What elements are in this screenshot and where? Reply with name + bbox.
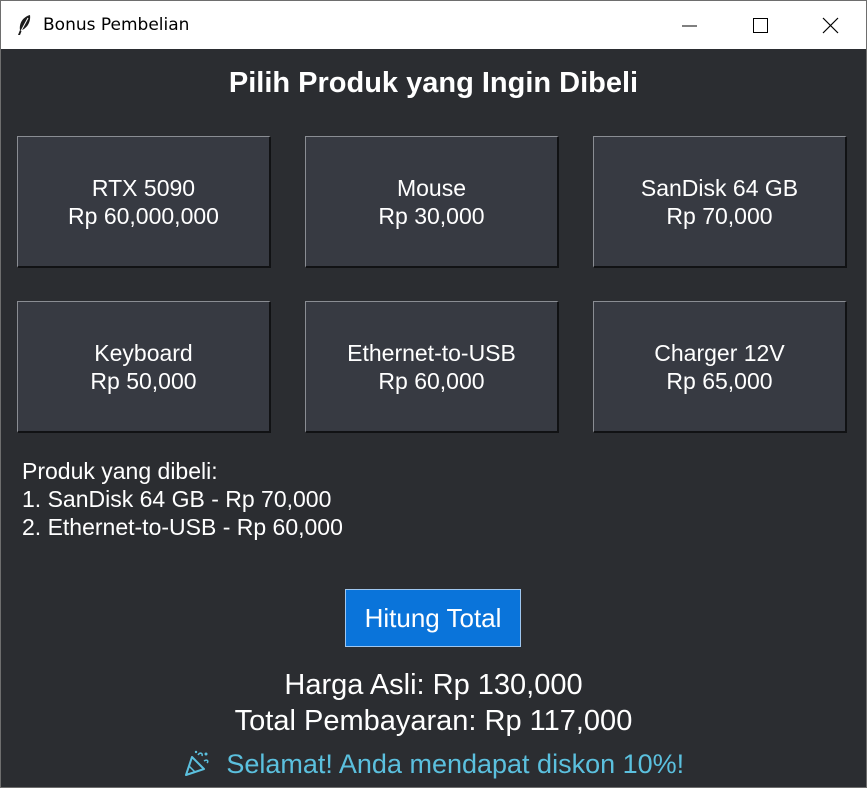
congrats-text: Selamat! Anda mendapat diskon 10%!	[226, 749, 685, 779]
close-icon	[822, 17, 839, 34]
product-button-mouse[interactable]: Mouse Rp 30,000	[305, 136, 559, 268]
purchased-item: 1. SanDisk 64 GB - Rp 70,000	[22, 486, 332, 512]
title-bar[interactable]: Bonus Pembelian	[1, 1, 866, 49]
main-content: Pilih Produk yang Ingin Dibeli RTX 5090 …	[1, 49, 866, 787]
product-price: Rp 70,000	[666, 202, 773, 229]
product-button-rtx-5090[interactable]: RTX 5090 Rp 60,000,000	[17, 136, 271, 268]
product-name: RTX 5090	[91, 174, 196, 201]
product-button-sandisk[interactable]: SanDisk 64 GB Rp 70,000	[593, 136, 847, 268]
close-button[interactable]	[796, 1, 866, 49]
product-price: Rp 50,000	[90, 367, 197, 394]
page-title: Pilih Produk yang Ingin Dibeli	[228, 67, 639, 99]
purchased-list: Produk yang dibeli: 1. SanDisk 64 GB - R…	[22, 457, 343, 541]
calculate-total-button[interactable]: Hitung Total	[345, 589, 521, 647]
minimize-icon	[682, 25, 697, 27]
product-name: Ethernet-to-USB	[347, 339, 516, 366]
party-popper-icon	[183, 749, 211, 777]
product-price: Rp 60,000	[378, 367, 485, 394]
original-price-label: Harga Asli: Rp 130,000	[284, 669, 583, 701]
maximize-button[interactable]	[726, 1, 796, 49]
congrats-message: Selamat! Anda mendapat diskon 10%!	[1, 749, 866, 780]
product-price: Rp 30,000	[378, 202, 485, 229]
product-price: Rp 60,000,000	[68, 202, 219, 229]
product-name: SanDisk 64 GB	[640, 174, 799, 201]
product-name: Mouse	[396, 174, 467, 201]
minimize-button[interactable]	[656, 1, 726, 49]
window-title: Bonus Pembelian	[43, 15, 190, 35]
product-name: Charger 12V	[654, 339, 785, 366]
purchased-label: Produk yang dibeli:	[22, 458, 218, 484]
product-button-charger-12v[interactable]: Charger 12V Rp 65,000	[593, 301, 847, 433]
product-button-keyboard[interactable]: Keyboard Rp 50,000	[17, 301, 271, 433]
total-payment-label: Total Pembayaran: Rp 117,000	[234, 705, 633, 737]
feather-icon	[15, 14, 35, 36]
product-name: Keyboard	[94, 339, 193, 366]
maximize-icon	[753, 18, 768, 33]
product-button-ethernet-to-usb[interactable]: Ethernet-to-USB Rp 60,000	[305, 301, 559, 433]
purchased-item: 2. Ethernet-to-USB - Rp 60,000	[22, 514, 343, 540]
product-price: Rp 65,000	[666, 367, 773, 394]
app-window: Bonus Pembelian Pilih Produk yang Ingin …	[0, 0, 867, 788]
